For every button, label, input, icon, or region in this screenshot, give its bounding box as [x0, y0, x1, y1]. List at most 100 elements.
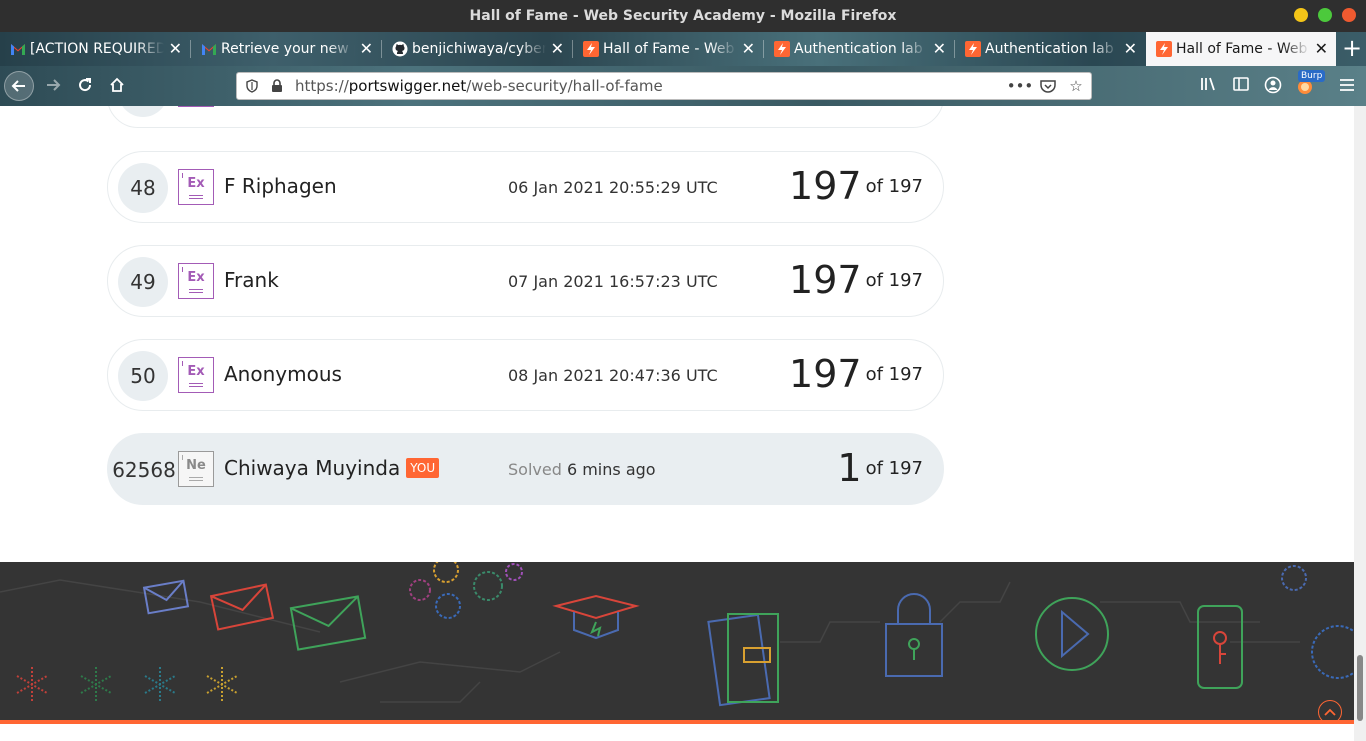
- tab-gmail-action-required[interactable]: [ACTION REQUIRED] P ✕: [0, 32, 190, 66]
- rank: 49: [118, 257, 168, 307]
- asterisk-icons: [16, 667, 238, 702]
- tab-label: Authentication lab u: [794, 41, 928, 57]
- solved-count: 197: [789, 258, 862, 302]
- close-tab-icon[interactable]: ✕: [551, 32, 564, 66]
- solved-count: 197: [789, 352, 862, 396]
- sidebar-icon[interactable]: [1230, 76, 1252, 98]
- footer-accent-line: [0, 720, 1354, 724]
- level-badge: [178, 106, 214, 107]
- github-icon: [392, 41, 408, 57]
- rank-circle: [118, 106, 168, 117]
- solved-label: Solved: [508, 460, 562, 479]
- page-actions-icon[interactable]: •••: [1007, 73, 1034, 99]
- page-content: 48 Ex F Riphagen 06 Jan 2021 20:55:29 UT…: [0, 106, 1354, 741]
- you-tag: YOU: [406, 458, 440, 478]
- forward-button[interactable]: [38, 71, 68, 101]
- solved-count: 1: [837, 446, 862, 490]
- tab-authentication-lab-2[interactable]: Authentication lab p ✕: [955, 32, 1145, 66]
- total-count: of 197: [865, 363, 923, 385]
- scrollbar-thumb[interactable]: [1357, 655, 1363, 721]
- lock-icon: [272, 79, 282, 92]
- close-window-button[interactable]: [1342, 8, 1356, 22]
- phone-icon: [1197, 605, 1243, 689]
- menu-icon[interactable]: [1336, 76, 1358, 98]
- leaderboard-row: 50 Ex Anonymous 08 Jan 2021 20:47:36 UTC…: [107, 339, 944, 411]
- user-name: F Riphagen: [224, 174, 337, 198]
- account-icon[interactable]: [1262, 76, 1284, 98]
- close-tab-icon[interactable]: ✕: [360, 32, 373, 66]
- current-user-name: Chiwaya Muyinda: [224, 456, 401, 480]
- tracking-protection-icon: [246, 79, 258, 93]
- expert-badge-icon: Ex: [178, 169, 214, 205]
- graduation-cap-icon: [552, 594, 640, 640]
- leaderboard-row: 48 Ex F Riphagen 06 Jan 2021 20:55:29 UT…: [107, 151, 944, 223]
- book-icon: [707, 613, 779, 707]
- new-tab-button[interactable]: +: [1338, 32, 1366, 66]
- user-name: Chiwaya Muyinda YOU: [224, 456, 440, 480]
- solved-time: Solved 6 mins ago: [508, 460, 656, 479]
- burp-badge: Burp: [1298, 70, 1326, 82]
- user-name: Frank: [224, 268, 279, 292]
- minimize-button[interactable]: [1294, 8, 1308, 22]
- close-tab-icon[interactable]: ✕: [742, 32, 755, 66]
- tab-label: [ACTION REQUIRED] P: [30, 41, 164, 57]
- close-tab-icon[interactable]: ✕: [1315, 32, 1328, 66]
- rank: 48: [118, 163, 168, 213]
- completion-date: 07 Jan 2021 16:57:23 UTC: [508, 272, 718, 291]
- tab-github[interactable]: benjichiwaya/cyberse ✕: [382, 32, 572, 66]
- gmail-icon: [11, 44, 25, 55]
- home-button[interactable]: [102, 71, 132, 101]
- current-user-row: 62568 Ne Chiwaya Muyinda YOU Solved 6 min…: [107, 433, 944, 505]
- completion-date: 08 Jan 2021 20:47:36 UTC: [508, 366, 718, 385]
- home-icon: [110, 77, 124, 92]
- portswigger-icon: [1156, 41, 1172, 57]
- reload-button[interactable]: [70, 71, 100, 101]
- tab-strip: [ACTION REQUIRED] P ✕ Retrieve your new …: [0, 32, 1366, 66]
- novice-badge-icon: Ne: [178, 451, 214, 487]
- forward-arrow-icon: [47, 79, 61, 91]
- url-host: portswigger.net: [348, 77, 467, 95]
- solved-time-value: 6 mins ago: [566, 460, 656, 479]
- navigation-toolbar: https://portswigger.net/web-security/hal…: [0, 66, 1366, 106]
- expert-badge-icon: Ex: [178, 357, 214, 393]
- maximize-button[interactable]: [1318, 8, 1332, 22]
- leaderboard-row-partial: [107, 106, 944, 128]
- tab-gmail-retrieve[interactable]: Retrieve your new pa ✕: [191, 32, 381, 66]
- scroll-to-top-button[interactable]: [1318, 700, 1342, 724]
- score: 1 of 197: [837, 446, 923, 490]
- score: 197 of 197: [789, 258, 923, 302]
- chevron-up-icon: [1324, 708, 1336, 716]
- padlock-icon: [885, 593, 943, 677]
- gmail-icon: [202, 44, 216, 55]
- play-icon: [1035, 597, 1109, 671]
- pocket-icon[interactable]: [1039, 73, 1057, 99]
- total-count: of 197: [865, 457, 923, 479]
- footer-illustration: [0, 562, 1354, 720]
- solved-count: 197: [789, 164, 862, 208]
- close-tab-icon[interactable]: ✕: [169, 32, 182, 66]
- portswigger-icon: [583, 41, 599, 57]
- tab-hall-of-fame-1[interactable]: Hall of Fame - Web S ✕: [573, 32, 763, 66]
- rank: 50: [118, 351, 168, 401]
- close-tab-icon[interactable]: ✕: [933, 32, 946, 66]
- tab-label: Hall of Fame - Web S: [603, 41, 737, 57]
- gear-icons: [409, 562, 1354, 679]
- back-button[interactable]: [4, 71, 34, 101]
- completion-date: 06 Jan 2021 20:55:29 UTC: [508, 178, 718, 197]
- reload-icon: [79, 78, 92, 92]
- tab-label: benjichiwaya/cyberse: [412, 41, 546, 57]
- tab-label: Retrieve your new pa: [221, 41, 355, 57]
- library-icon[interactable]: [1198, 76, 1220, 98]
- window-title-bar: Hall of Fame - Web Security Academy - Mo…: [0, 0, 1366, 32]
- close-tab-icon[interactable]: ✕: [1124, 32, 1137, 66]
- page-scrollbar[interactable]: [1354, 106, 1366, 741]
- tab-label: Hall of Fame - Web S: [1176, 41, 1310, 57]
- tab-hall-of-fame-active[interactable]: Hall of Fame - Web S ✕: [1146, 32, 1336, 66]
- url-bar[interactable]: https://portswigger.net/web-security/hal…: [236, 72, 1092, 100]
- bookmark-star-icon[interactable]: ☆: [1067, 73, 1085, 99]
- url-scheme: https://: [295, 77, 349, 95]
- url-text: https://portswigger.net/web-security/hal…: [295, 73, 663, 99]
- user-name: Anonymous: [224, 362, 342, 386]
- tab-authentication-lab-1[interactable]: Authentication lab u ✕: [764, 32, 954, 66]
- expert-badge-icon: Ex: [178, 263, 214, 299]
